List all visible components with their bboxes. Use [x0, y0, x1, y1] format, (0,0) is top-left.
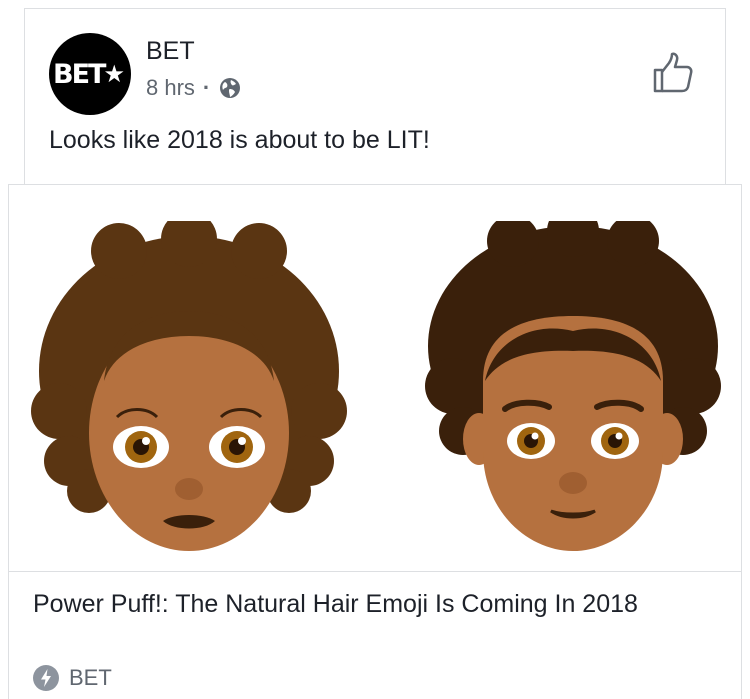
link-preview-image[interactable] — [9, 185, 741, 572]
link-title[interactable]: Power Puff!: The Natural Hair Emoji Is C… — [33, 587, 713, 622]
star-icon: ★ — [103, 60, 125, 88]
link-preview-card[interactable]: Power Puff!: The Natural Hair Emoji Is C… — [8, 184, 742, 699]
page: BET ★ BET 8 hrs · Looks like 2018 is abo… — [0, 0, 750, 699]
globe-icon — [218, 76, 242, 100]
post-meta: 8 hrs · — [146, 75, 242, 101]
woman-curly-hair-emoji — [31, 221, 347, 551]
avatar[interactable]: BET ★ — [49, 33, 131, 115]
link-source-name: BET — [69, 665, 112, 690]
link-source: BET — [33, 665, 112, 691]
man-curly-hair-emoji — [425, 221, 721, 551]
page-name-link[interactable]: BET — [146, 37, 195, 66]
thumbs-up-icon[interactable] — [651, 51, 695, 95]
avatar-logo-text: BET — [53, 58, 106, 90]
post-timestamp[interactable]: 8 hrs — [146, 75, 195, 101]
post-card: BET ★ BET 8 hrs · Looks like 2018 is abo… — [24, 8, 726, 184]
lightning-bolt-icon — [33, 665, 59, 691]
meta-separator: · — [202, 75, 211, 100]
post-message: Looks like 2018 is about to be LIT! — [49, 126, 430, 154]
